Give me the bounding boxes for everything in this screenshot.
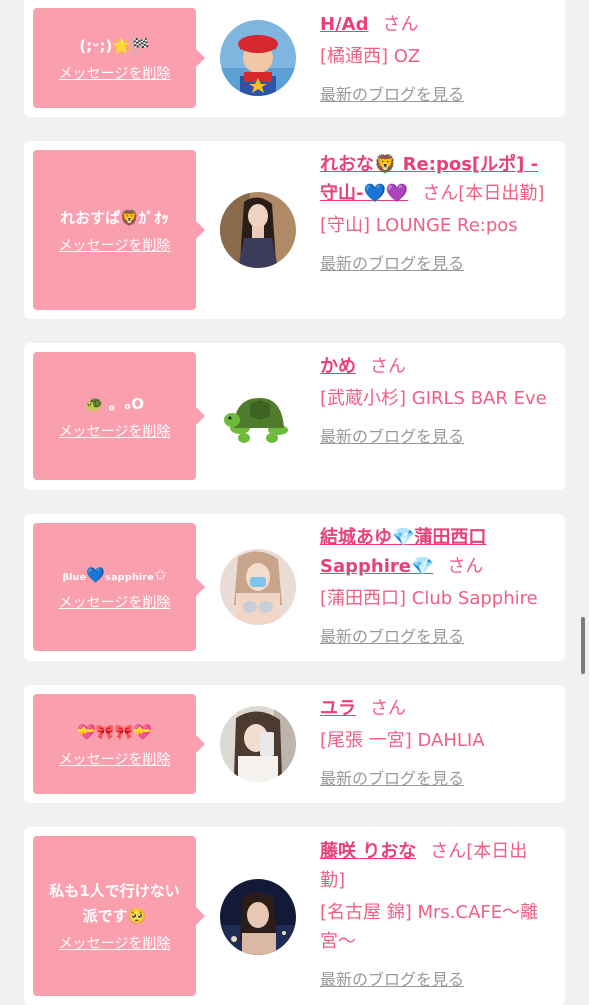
message-text: 🐢 。ₒO [85, 394, 144, 413]
avatar[interactable] [220, 20, 296, 96]
cast-name-link[interactable]: ユラ [320, 698, 356, 719]
avatar[interactable] [220, 192, 296, 268]
item-info: ユラ さん [尾張 一宮] DAHLIA 最新のブログを見る [320, 694, 552, 789]
avatar-photo [220, 192, 296, 268]
shop-label: [名古屋 錦] Mrs.CAFE〜離宮〜 [320, 902, 539, 952]
list-item: 💝🎀🎀💝 メッセージを削除 ユラ さん [尾張 一宮] DAHLIA 最新のブログ… [24, 685, 565, 803]
item-info: かめ さん [武蔵小杉] GIRLS BAR Eve 最新のブログを見る [320, 352, 552, 447]
latest-blog-link[interactable]: 最新のブログを見る [320, 423, 464, 447]
avatar[interactable] [220, 378, 296, 454]
avatar[interactable] [220, 706, 296, 782]
message-bubble: 🐢 。ₒO メッセージを削除 [33, 352, 205, 480]
latest-blog-link[interactable]: 最新のブログを見る [320, 623, 464, 647]
latest-blog-link[interactable]: 最新のブログを見る [320, 81, 464, 105]
name-suffix: さん [447, 556, 484, 577]
shop-label: [橘通西] OZ [320, 46, 421, 67]
name-suffix: さん [370, 698, 406, 719]
delete-message-link[interactable]: メッセージを削除 [59, 749, 171, 769]
avatar[interactable] [220, 879, 296, 955]
name-suffix: さん [370, 356, 406, 377]
item-info: れおな🦁 Re:pos[ルポ] -守山-💙💜 さん[本日出勤] [守山] LOUN… [320, 150, 552, 274]
list-item: れおすぱ🦁ｶﾞｵｯ メッセージを削除 れおな🦁 Re:pos[ルポ] -守山-💙… [24, 141, 565, 319]
name-line: H/Ad さん [320, 10, 552, 39]
shop-label: [尾張 一宮] DAHLIA [320, 730, 485, 751]
message-bubble: (;ᵕ;)🌟🏁 メッセージを削除 [33, 8, 205, 108]
name-line: 藤咲 りおな さん[本日出勤] [320, 837, 552, 895]
message-text: ᵦₗᵤₑ💙ₛₐₚₚₕᵢᵣₑ✩ [62, 565, 167, 584]
latest-blog-link[interactable]: 最新のブログを見る [320, 765, 464, 789]
avatar-photo [220, 549, 296, 625]
delete-message-link[interactable]: メッセージを削除 [59, 592, 171, 612]
item-info: 藤咲 りおな さん[本日出勤] [名古屋 錦] Mrs.CAFE〜離宮〜 最新のブ… [320, 837, 552, 990]
cast-name-link[interactable]: 藤咲 りおな [320, 841, 416, 862]
item-info: 結城あゆ💎蒲田西口Sapphire💎 さん [蒲田西口] Club Sapphir… [320, 523, 552, 647]
message-text: 💝🎀🎀💝 [77, 722, 152, 741]
name-suffix: さん[本日出勤] [422, 183, 545, 204]
name-line: れおな🦁 Re:pos[ルポ] -守山-💙💜 さん[本日出勤] [320, 150, 552, 208]
name-line: かめ さん [320, 352, 552, 381]
shop-label: [守山] LOUNGE Re:pos [320, 215, 518, 236]
shop-label: [武蔵小杉] GIRLS BAR Eve [320, 388, 547, 409]
avatar-photo [220, 706, 296, 782]
message-text: (;ᵕ;)🌟🏁 [79, 36, 150, 55]
message-text: 私も1人で行けない派です🥺 [49, 882, 180, 925]
delete-message-link[interactable]: メッセージを削除 [59, 235, 171, 255]
delete-message-link[interactable]: メッセージを削除 [59, 933, 171, 953]
delete-message-link[interactable]: メッセージを削除 [59, 63, 171, 83]
avatar[interactable] [220, 549, 296, 625]
cast-name-link[interactable]: かめ [320, 356, 356, 377]
message-bubble: 私も1人で行けない派です🥺 メッセージを削除 [33, 836, 205, 996]
message-bubble: ᵦₗᵤₑ💙ₛₐₚₚₕᵢᵣₑ✩ メッセージを削除 [33, 523, 205, 651]
latest-blog-link[interactable]: 最新のブログを見る [320, 250, 464, 274]
shop-label: [蒲田西口] Club Sapphire [320, 588, 538, 609]
delete-message-link[interactable]: メッセージを削除 [59, 421, 171, 441]
avatar-photo [220, 879, 296, 955]
name-line: ユラ さん [320, 694, 552, 723]
latest-blog-link[interactable]: 最新のブログを見る [320, 966, 464, 990]
item-info: H/Ad さん [橘通西] OZ 最新のブログを見る [320, 10, 552, 105]
message-bubble: 💝🎀🎀💝 メッセージを削除 [33, 694, 205, 794]
turtle-icon [220, 378, 296, 454]
list-item: (;ᵕ;)🌟🏁 メッセージを削除 H/Ad さん [橘通西] OZ 最新のブログを… [24, 0, 565, 117]
scrollbar-thumb[interactable] [581, 617, 585, 674]
message-text: れおすぱ🦁ｶﾞｵｯ [60, 208, 169, 227]
list-item: 私も1人で行けない派です🥺 メッセージを削除 藤咲 りおな さん[本日出勤] [名… [24, 827, 565, 1005]
name-suffix: さん [382, 14, 419, 35]
message-bubble: れおすぱ🦁ｶﾞｵｯ メッセージを削除 [33, 150, 205, 310]
list-item: 🐢 。ₒO メッセージを削除 かめ さん [武蔵小杉] GIRLS BAR Eve… [24, 343, 565, 490]
list-item: ᵦₗᵤₑ💙ₛₐₚₚₕᵢᵣₑ✩ メッセージを削除 結城あゆ💎蒲田西口Sapphir… [24, 514, 565, 661]
cast-name-link[interactable]: H/Ad [320, 14, 368, 35]
name-line: 結城あゆ💎蒲田西口Sapphire💎 さん [320, 523, 552, 581]
avatar-photo [220, 20, 296, 96]
